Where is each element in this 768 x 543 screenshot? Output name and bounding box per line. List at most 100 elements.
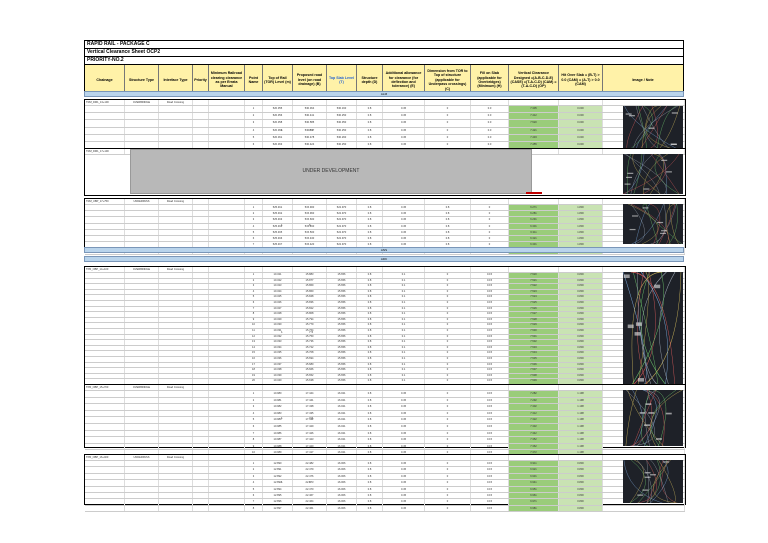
cell-9: 0.800 (559, 486, 603, 492)
cad-line (644, 390, 657, 446)
cad-drawing-svg (623, 154, 680, 194)
cad-image (623, 390, 683, 446)
cell-4: 0.8 (357, 505, 383, 512)
cad-line (625, 390, 637, 446)
empty-cell (125, 373, 159, 379)
under-development-placeholder: UNDER DEVELOPMENT (130, 149, 532, 194)
cell-5: 0.45 (383, 499, 425, 505)
cad-label-mark (660, 232, 667, 234)
cad-line (642, 204, 683, 244)
cell-6: 0 (425, 113, 471, 120)
empty-cell (193, 199, 209, 204)
cell-3: 16.006 (327, 499, 357, 505)
empty-cell (209, 443, 245, 450)
cell-4: 0.8 (357, 328, 383, 334)
cell-3: 15.656 (327, 317, 357, 323)
cell-9: 1.198 (559, 437, 603, 443)
cell-4: 0.8 (357, 127, 383, 134)
empty-cell (193, 430, 209, 437)
cell-4: 0.8 (357, 312, 383, 317)
cell-8: 6.271 (509, 205, 559, 211)
cell-5: 0.45 (383, 211, 425, 217)
cad-line (627, 390, 664, 446)
empty-cell (209, 351, 245, 356)
cell-8: 7.520 (509, 273, 559, 278)
cell-9: 0.800 (559, 284, 603, 289)
empty-cell (193, 467, 209, 473)
empty-cell (159, 295, 193, 300)
empty-cell (125, 300, 159, 306)
cell-7: 0.15 (471, 345, 509, 351)
cell-4: 0.8 (357, 323, 383, 328)
table-row: 8 12.897 22.461 16.006 0.8 0.45 0 0.15 6.981 0.80… (85, 505, 685, 513)
cell-7: 0.15 (471, 368, 509, 373)
cell-7: 0.15 (471, 306, 509, 312)
cad-label-mark (661, 230, 668, 232)
cell-0: 6 (245, 235, 263, 242)
cell-1: 520.360 (263, 127, 293, 134)
cell-1: 10.332 (263, 334, 293, 340)
cad-drawing-svg (624, 105, 680, 150)
cell-1: 10.328 (263, 312, 293, 317)
empty-cell (209, 273, 245, 278)
cell-7: 0.15 (471, 423, 509, 430)
empty-cell (159, 404, 193, 410)
empty-cell (125, 486, 159, 492)
cell-5: 0.45 (383, 423, 425, 430)
cell-3: 16.021 (327, 410, 357, 417)
cell-5: 0.45 (383, 127, 425, 134)
cell-3: 522.970 (327, 229, 357, 235)
cell-6: 0 (425, 443, 471, 450)
cell-9: 0.800 (559, 306, 603, 312)
empty-cell (209, 223, 245, 229)
cell-4: 0.8 (357, 113, 383, 120)
empty-cell (357, 385, 383, 390)
empty-cell (209, 423, 245, 430)
cell-1: 10.983 (263, 410, 293, 417)
empty-cell (125, 461, 159, 467)
cell-0: 3 (245, 217, 263, 223)
cell-6: 0 (425, 467, 471, 473)
empty-cell (193, 267, 209, 272)
empty-cell (125, 113, 159, 120)
empty-cell (125, 217, 159, 223)
cell-9: 1.198 (559, 404, 603, 410)
cell-9: 0.800 (559, 334, 603, 340)
cell-0: 15 (245, 351, 263, 356)
empty-cell (209, 362, 245, 368)
cell-8: 7.292 (509, 397, 559, 404)
empty-cell (159, 323, 193, 328)
cell-7: 0 (471, 217, 509, 223)
cell-6: 0 (425, 410, 471, 417)
empty-cell (357, 100, 383, 105)
cell-1: 10.335 (263, 351, 293, 356)
section-structure: UNDERPASS (125, 199, 159, 204)
cell-2: 15.652 (293, 373, 327, 379)
empty-cell (125, 397, 159, 404)
cell-9: 0.800 (559, 351, 603, 356)
cell-7: 0.15 (471, 480, 509, 486)
empty-cell (193, 284, 209, 289)
cad-label-mark (663, 461, 670, 463)
empty-cell (85, 127, 125, 134)
empty-cell (125, 362, 159, 368)
cell-3: 16.006 (327, 486, 357, 492)
cad-label-mark (671, 112, 678, 114)
empty-cell (193, 473, 209, 480)
cell-0: 8 (245, 505, 263, 512)
empty-cell (85, 404, 125, 410)
cell-5: 0.1 (383, 295, 425, 300)
cell-7: 0.15 (471, 443, 509, 450)
cell-5: 0.1 (383, 273, 425, 278)
cell-2: 530.585 (293, 120, 327, 127)
cell-7: 0.15 (471, 492, 509, 499)
cell-9: 1.800 (559, 229, 603, 235)
empty-cell (209, 217, 245, 223)
cell-8: 6.301 (509, 223, 559, 229)
cell-0: 3 (245, 404, 263, 410)
cell-0: 1 (245, 461, 263, 467)
cell-2: 15.877 (293, 278, 327, 284)
cell-5: 0.45 (383, 235, 425, 242)
cell-9: 0.000 (559, 134, 603, 141)
empty-cell (327, 199, 357, 204)
